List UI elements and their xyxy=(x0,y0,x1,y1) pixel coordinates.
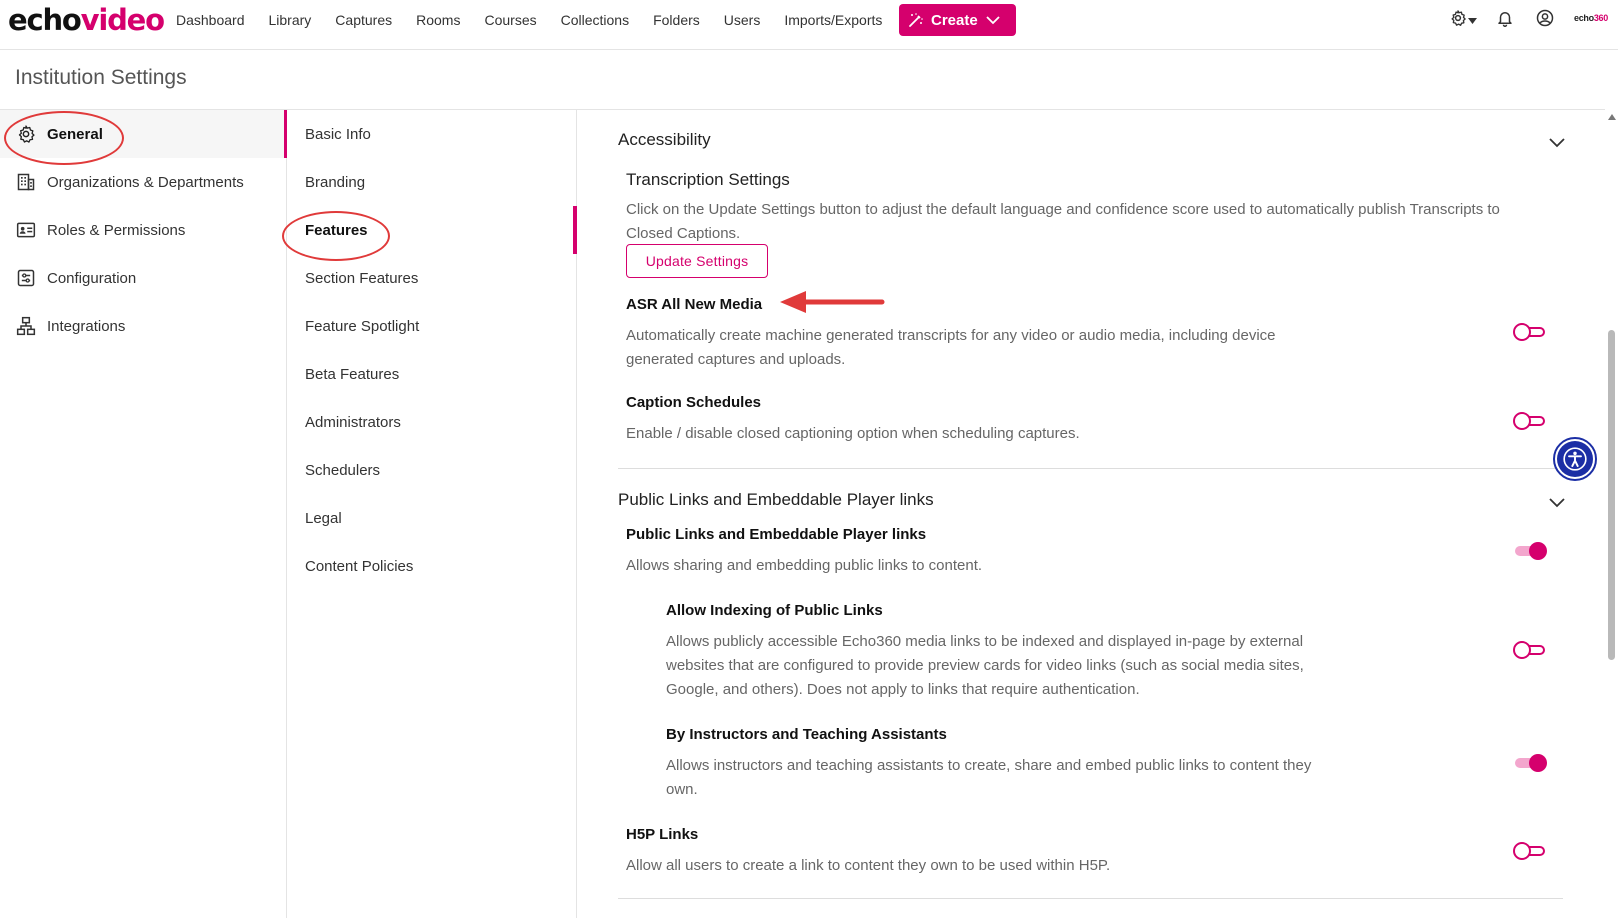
chevron-down-icon[interactable] xyxy=(1548,136,1566,148)
scroll-up-arrow-icon[interactable] xyxy=(1608,114,1616,120)
submenu-beta-features[interactable]: Beta Features xyxy=(287,350,577,398)
chevron-down-icon xyxy=(986,15,1000,25)
submenu-legal[interactable]: Legal xyxy=(287,494,577,542)
create-button[interactable]: Create xyxy=(899,4,1016,36)
page-title: Institution Settings xyxy=(15,66,187,89)
sidebar-item-configuration[interactable]: Configuration xyxy=(0,254,287,302)
submenu-feature-spotlight[interactable]: Feature Spotlight xyxy=(287,302,577,350)
allow-indexing-desc: Allows publicly accessible Echo360 media… xyxy=(666,633,1304,698)
asr-all-new-media-desc: Automatically create machine generated t… xyxy=(626,327,1276,368)
settings-sidebar: General Organizations & Departments Role… xyxy=(0,110,287,918)
notifications-button[interactable] xyxy=(1496,8,1514,32)
annotation-circle-features xyxy=(282,211,390,261)
nav-dashboard[interactable]: Dashboard xyxy=(176,12,245,28)
sidebar-item-roles-permissions[interactable]: Roles & Permissions xyxy=(0,206,287,254)
section-divider xyxy=(618,898,1563,899)
annotation-arrow-icon xyxy=(780,291,885,313)
page-scrollbar[interactable] xyxy=(1605,110,1618,918)
nav-rooms[interactable]: Rooms xyxy=(416,12,460,28)
section-divider xyxy=(618,468,1563,469)
sidebar-item-integrations[interactable]: Integrations xyxy=(0,302,287,350)
sidebar-item-organizations[interactable]: Organizations & Departments xyxy=(0,158,287,206)
accessibility-person-icon xyxy=(1557,441,1593,477)
settings-menu[interactable] xyxy=(1449,8,1477,32)
nav-captures[interactable]: Captures xyxy=(335,12,392,28)
section-title-public-links: Public Links and Embeddable Player links xyxy=(618,490,934,509)
sidebar-item-label: Roles & Permissions xyxy=(47,221,186,239)
logo-text-echo: echo xyxy=(8,3,82,37)
bell-icon xyxy=(1496,9,1514,32)
nav-imports-exports[interactable]: Imports/Exports xyxy=(784,12,882,28)
submenu-basic-info[interactable]: Basic Info xyxy=(287,110,577,158)
sidebar-item-label: Organizations & Departments xyxy=(47,173,244,191)
magic-wand-icon xyxy=(908,12,924,28)
transcription-settings-desc: Click on the Update Settings button to a… xyxy=(626,201,1500,242)
sidebar-item-label: Integrations xyxy=(47,317,126,335)
public-links-title: Public Links and Embeddable Player links xyxy=(626,526,927,543)
instructors-tas-toggle[interactable] xyxy=(1513,754,1547,772)
submenu-schedulers[interactable]: Schedulers xyxy=(287,446,577,494)
building-icon xyxy=(16,172,36,192)
chevron-down-icon xyxy=(1468,11,1477,29)
submenu-content-policies[interactable]: Content Policies xyxy=(287,542,577,590)
annotation-circle-general xyxy=(4,111,124,165)
create-button-label: Create xyxy=(931,11,978,29)
logo-text-video: video xyxy=(80,3,165,37)
accessibility-widget-button[interactable] xyxy=(1553,437,1597,481)
public-links-toggle[interactable] xyxy=(1513,542,1547,560)
id-card-icon xyxy=(16,220,36,240)
update-settings-button[interactable]: Update Settings xyxy=(626,244,768,278)
instructors-tas-desc: Allows instructors and teaching assistan… xyxy=(666,757,1312,798)
echovideo-logo[interactable]: echovideo xyxy=(8,2,165,38)
submenu-section-features[interactable]: Section Features xyxy=(287,254,577,302)
top-navigation-bar: echovideo Dashboard Library Captures Roo… xyxy=(0,0,1618,50)
chevron-down-icon[interactable] xyxy=(1548,496,1566,508)
transcription-settings-title: Transcription Settings xyxy=(626,170,790,189)
section-title-accessibility: Accessibility xyxy=(618,130,711,149)
caption-schedules-desc: Enable / disable closed captioning optio… xyxy=(626,425,1080,442)
nav-courses[interactable]: Courses xyxy=(484,12,536,28)
nav-users[interactable]: Users xyxy=(724,12,761,28)
allow-indexing-title: Allow Indexing of Public Links xyxy=(666,602,883,619)
h5p-links-desc: Allow all users to create a link to cont… xyxy=(626,857,1111,874)
nav-library[interactable]: Library xyxy=(269,12,312,28)
asr-all-new-media-toggle[interactable] xyxy=(1513,323,1547,341)
h5p-links-toggle[interactable] xyxy=(1513,842,1547,860)
user-menu-button[interactable] xyxy=(1536,8,1554,32)
instructors-tas-title: By Instructors and Teaching Assistants xyxy=(666,726,947,743)
user-circle-icon xyxy=(1536,9,1554,32)
sidebar-item-label: Configuration xyxy=(47,269,137,287)
network-icon xyxy=(16,316,36,336)
active-indicator-features xyxy=(573,206,577,254)
scrollbar-thumb[interactable] xyxy=(1608,330,1615,660)
echo360-brand: echo360 xyxy=(1574,13,1608,23)
features-content: Accessibility Transcription Settings Cli… xyxy=(578,110,1605,918)
submenu-branding[interactable]: Branding xyxy=(287,158,577,206)
nav-collections[interactable]: Collections xyxy=(561,12,629,28)
allow-indexing-toggle[interactable] xyxy=(1513,641,1547,659)
caption-schedules-title: Caption Schedules xyxy=(626,394,762,411)
settings-gear-icon xyxy=(1449,9,1467,32)
main-nav: Dashboard Library Captures Rooms Courses… xyxy=(176,0,906,40)
sliders-icon xyxy=(16,268,36,288)
h5p-links-title: H5P Links xyxy=(626,826,699,843)
public-links-desc: Allows sharing and embedding public link… xyxy=(626,557,983,574)
asr-all-new-media-title: ASR All New Media xyxy=(626,296,763,313)
nav-folders[interactable]: Folders xyxy=(653,12,700,28)
submenu-administrators[interactable]: Administrators xyxy=(287,398,577,446)
caption-schedules-toggle[interactable] xyxy=(1513,412,1547,430)
